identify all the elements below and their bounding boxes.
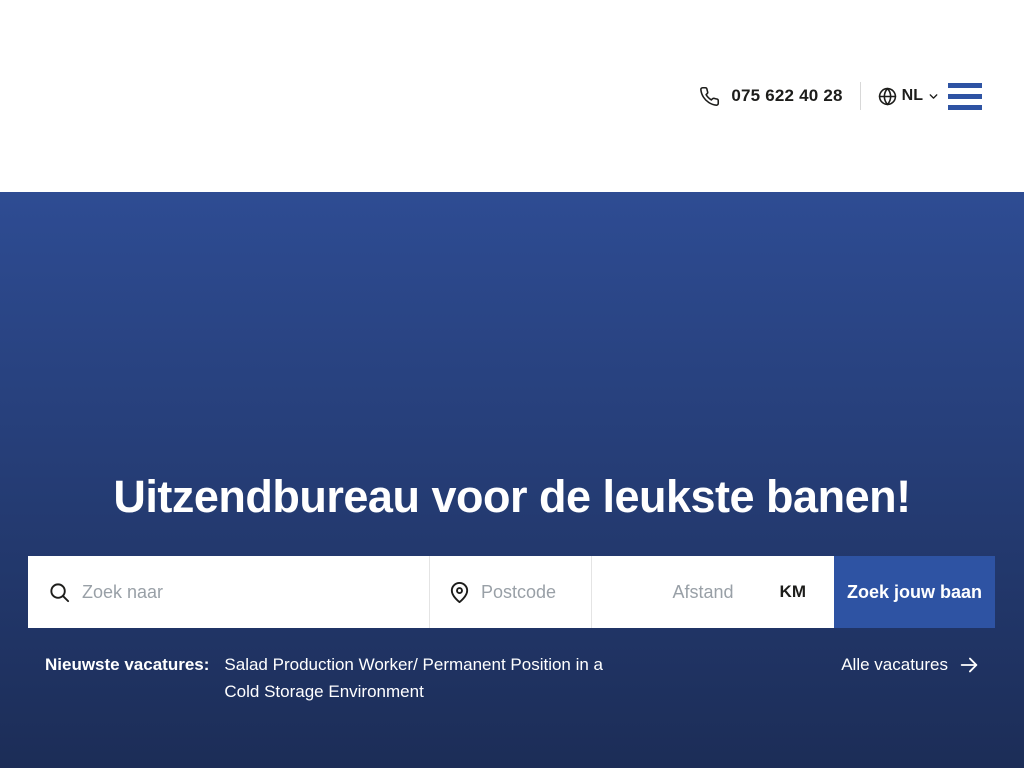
- latest-vacancy-link[interactable]: Salad Production Worker/ Permanent Posit…: [224, 651, 606, 705]
- job-search-bar: KM Zoek jouw baan: [28, 556, 995, 628]
- phone-icon: [699, 86, 720, 107]
- map-pin-icon: [448, 581, 471, 604]
- all-vacancies-label: Alle vacatures: [841, 651, 948, 678]
- arrow-right-icon: [958, 654, 980, 676]
- phone-link[interactable]: 075 622 40 28: [699, 86, 842, 107]
- latest-vacancies-label: Nieuwste vacatures:: [45, 651, 209, 678]
- search-submit-button[interactable]: Zoek jouw baan: [834, 556, 995, 628]
- page: 075 622 40 28 NL Ui: [0, 0, 1024, 768]
- distance-input[interactable]: [644, 582, 734, 603]
- postcode-field: [430, 556, 592, 628]
- header-actions: 075 622 40 28 NL: [699, 82, 982, 110]
- keyword-field: [28, 556, 430, 628]
- latest-vacancies-row: Nieuwste vacatures: Salad Production Wor…: [45, 651, 980, 705]
- header-divider: [860, 82, 861, 110]
- page-title: Uitzendbureau voor de leukste banen!: [0, 472, 1024, 522]
- keyword-input[interactable]: [82, 582, 429, 603]
- language-selector[interactable]: NL: [878, 87, 940, 106]
- distance-field: KM: [592, 556, 834, 628]
- language-label: NL: [902, 87, 923, 105]
- phone-number: 075 622 40 28: [731, 86, 842, 106]
- globe-icon: [878, 87, 897, 106]
- postcode-input[interactable]: [481, 582, 591, 603]
- latest-vacancies: Nieuwste vacatures: Salad Production Wor…: [45, 651, 606, 705]
- top-header: 075 622 40 28 NL: [0, 0, 1024, 192]
- chevron-down-icon: [927, 90, 940, 103]
- all-vacancies-link[interactable]: Alle vacatures: [841, 651, 980, 678]
- menu-button[interactable]: [948, 83, 982, 110]
- distance-unit[interactable]: KM: [780, 582, 806, 602]
- search-icon: [48, 581, 71, 604]
- hero-section: Uitzendbureau voor de leukste banen! KM: [0, 192, 1024, 768]
- hamburger-menu-icon: [948, 83, 982, 88]
